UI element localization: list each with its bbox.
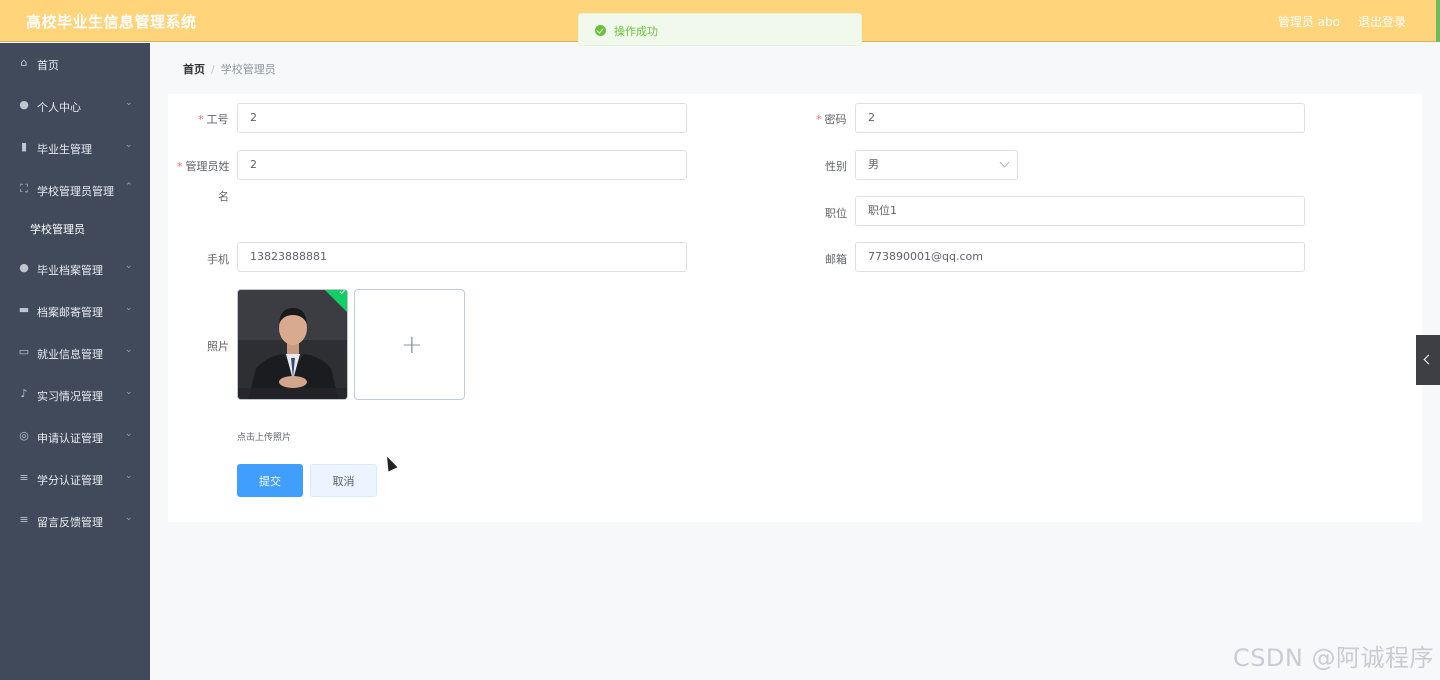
- sidebar-item-certification[interactable]: ◎ 申请认证管理 ⌄: [0, 416, 150, 458]
- password-input[interactable]: 2: [855, 103, 1305, 133]
- compass-icon: ◎: [19, 429, 29, 442]
- sidebar-item-label: 学校管理员管理: [37, 185, 114, 198]
- sidebar-item-school-admins[interactable]: ⛶ 学校管理员管理 ⌃: [0, 169, 150, 211]
- sidebar-item-label: 申请认证管理: [37, 432, 103, 445]
- sidebar-item-graduates[interactable]: ▮ 毕业生管理 ⌄: [0, 127, 150, 169]
- check-icon: [339, 290, 346, 295]
- gender-label: 性别: [825, 160, 847, 173]
- app-title: 高校毕业生信息管理系统: [26, 13, 197, 31]
- sidebar-item-label: 个人中心: [37, 101, 81, 114]
- user-icon: ●: [19, 98, 29, 111]
- sidebar-item-home[interactable]: ⌂ 首页: [0, 43, 150, 85]
- gender-select[interactable]: 男: [855, 150, 1018, 180]
- sidebar-item-profile[interactable]: ● 个人中心 ⌄: [0, 85, 150, 127]
- chevron-down-icon: ⌄: [125, 513, 133, 523]
- success-check-icon: [595, 25, 606, 36]
- chat-icon: ▭: [18, 345, 30, 358]
- sidebar-subitem-school-admin[interactable]: 学校管理员: [30, 221, 85, 237]
- user-icon: ●: [19, 261, 29, 274]
- menu-icon: ≡: [19, 513, 29, 526]
- microphone-icon: ♪: [20, 387, 28, 400]
- sidebar-item-label: 档案邮寄管理: [37, 306, 103, 319]
- chevron-down-icon: ⌄: [125, 303, 133, 313]
- chevron-left-icon: [1423, 354, 1434, 365]
- sidebar: ⌂ 首页 ● 个人中心 ⌄ ▮ 毕业生管理 ⌄ ⛶ 学校管理员管理 ⌃ 学校管理…: [0, 43, 150, 680]
- email-input[interactable]: 773890001@qq.com: [855, 242, 1305, 272]
- breadcrumb-current: 学校管理员: [220, 63, 276, 76]
- photo-upload-button[interactable]: +: [354, 289, 465, 400]
- chevron-down-icon: ⌄: [125, 429, 133, 439]
- success-toast: 操作成功: [578, 13, 862, 46]
- sidebar-item-internship[interactable]: ♪ 实习情况管理 ⌄: [0, 374, 150, 416]
- chevron-down-icon: ⌄: [125, 98, 133, 108]
- home-icon: ⌂: [20, 56, 28, 69]
- sidebar-item-label: 留言反馈管理: [37, 516, 103, 529]
- gender-select-value: 男: [868, 158, 879, 171]
- sidebar-item-credits[interactable]: ≡ 学分认证管理 ⌄: [0, 458, 150, 500]
- watermark: CSDN @阿诚程序: [1232, 644, 1434, 672]
- breadcrumb: 首页 / 学校管理员: [183, 61, 276, 77]
- sidebar-item-label: 毕业生管理: [37, 143, 92, 156]
- admin-name-input[interactable]: 2: [237, 150, 687, 180]
- menu-icon: ≡: [19, 471, 29, 484]
- header-edge-strip: [1436, 0, 1440, 42]
- uploaded-photo[interactable]: [237, 289, 348, 400]
- cancel-button[interactable]: 取消: [310, 464, 377, 497]
- sidebar-item-label: 就业信息管理: [37, 348, 103, 361]
- employee-no-input[interactable]: 2: [237, 103, 687, 133]
- sidebar-item-label: 首页: [37, 59, 59, 72]
- breadcrumb-home[interactable]: 首页: [183, 63, 205, 76]
- upload-tip: 点击上传照片: [237, 433, 292, 443]
- sidebar-item-label: 毕业档案管理: [37, 264, 103, 277]
- frame-icon: ⛶: [20, 182, 28, 195]
- chevron-down-icon: ⌄: [125, 387, 133, 397]
- chevron-down-icon: ⌄: [125, 471, 133, 481]
- side-drawer-toggle[interactable]: [1416, 335, 1440, 385]
- chevron-down-icon: ⌄: [125, 261, 133, 271]
- chevron-up-icon: ⌃: [125, 182, 133, 192]
- sidebar-item-feedback[interactable]: ≡ 留言反馈管理 ⌄: [0, 500, 150, 542]
- breadcrumb-separator: /: [211, 63, 215, 76]
- phone-label: 手机: [207, 253, 229, 266]
- clipboard-icon: ▮: [20, 140, 28, 153]
- chevron-down-icon: [999, 157, 1010, 168]
- logout-link[interactable]: 退出登录: [1358, 13, 1406, 30]
- chevron-down-icon: ⌄: [125, 345, 133, 355]
- photo-label: 照片: [207, 340, 229, 353]
- email-label: 邮箱: [825, 253, 847, 266]
- briefcase-icon: ▬: [18, 303, 30, 316]
- chevron-down-icon: ⌄: [125, 140, 133, 150]
- submit-button[interactable]: 提交: [237, 464, 303, 497]
- position-input[interactable]: 职位1: [855, 196, 1305, 226]
- position-label: 职位: [825, 207, 847, 220]
- sidebar-item-label: 学分认证管理: [37, 474, 103, 487]
- sidebar-item-label: 实习情况管理: [37, 390, 103, 403]
- sidebar-item-employment[interactable]: ▭ 就业信息管理 ⌄: [0, 332, 150, 374]
- photo-portrait: [238, 290, 347, 399]
- plus-icon: +: [401, 330, 423, 360]
- toast-message: 操作成功: [614, 25, 658, 38]
- phone-input[interactable]: 13823888881: [237, 242, 687, 272]
- admin-name-label: * 管理员姓: [177, 160, 230, 173]
- sidebar-item-archives[interactable]: ● 毕业档案管理 ⌄: [0, 248, 150, 290]
- admin-name-label-cont: 名: [218, 190, 229, 203]
- current-user: 管理员 abo: [1277, 15, 1340, 29]
- sidebar-item-archive-mailing[interactable]: ▬ 档案邮寄管理 ⌄: [0, 290, 150, 332]
- password-label: * 密码: [816, 113, 847, 126]
- employee-no-label: * 工号: [198, 113, 229, 126]
